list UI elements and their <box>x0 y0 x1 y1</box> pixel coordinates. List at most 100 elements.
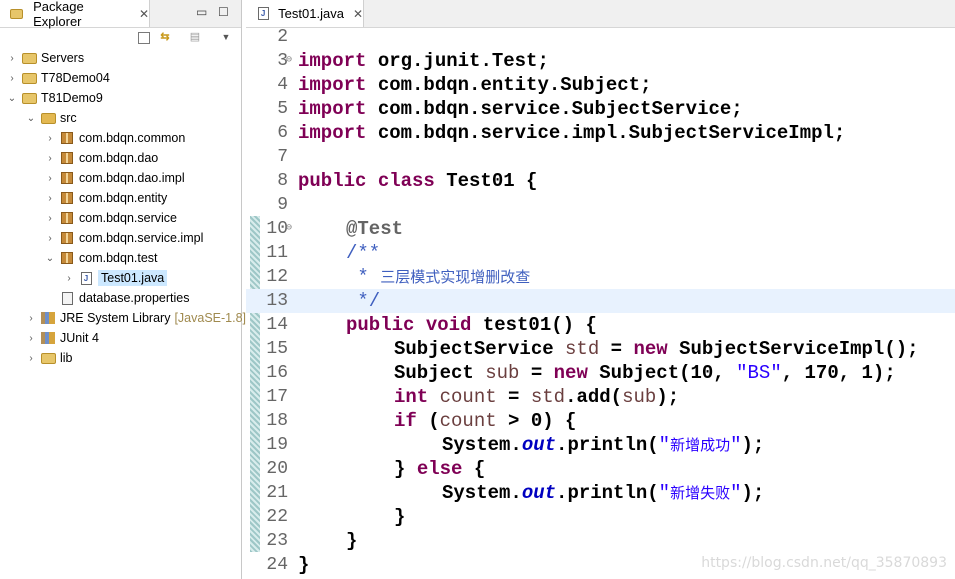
expand-arrow-icon[interactable]: › <box>44 173 56 184</box>
line-number: 23 <box>266 531 288 551</box>
collapse-all-icon[interactable] <box>138 32 150 44</box>
watermark: https://blog.csdn.net/qq_35870893 <box>701 555 947 571</box>
tree-item-t78demo04[interactable]: › T78Demo04 <box>6 68 110 88</box>
line-number: 2 <box>277 27 288 47</box>
line-number: 5 <box>277 99 288 119</box>
folder-icon <box>21 51 37 65</box>
code-line: 6 import com.bdqn.service.impl.SubjectSer… <box>246 121 955 145</box>
package-icon <box>59 251 75 265</box>
line-number: 9 <box>277 195 288 215</box>
tree-item-package[interactable]: › com.bdqn.entity <box>44 188 167 208</box>
code-line: 7 <box>246 145 955 169</box>
collapse-arrow-icon[interactable]: ⌄ <box>25 113 37 124</box>
line-number: 19 <box>266 435 288 455</box>
tree-item-test01-java[interactable]: › J Test01.java <box>63 268 168 288</box>
line-number: 10 <box>266 219 288 239</box>
tree-item-label: com.bdqn.service <box>79 211 177 225</box>
line-number: 6 <box>277 123 288 143</box>
tree-item-decoration: [JavaSE-1.8] <box>174 311 247 325</box>
package-icon <box>59 131 75 145</box>
maximize-icon[interactable]: ☐ <box>218 5 229 19</box>
tree-item-label: lib <box>60 351 73 365</box>
tree-item-package[interactable]: › com.bdqn.common <box>44 128 185 148</box>
expand-arrow-icon[interactable]: › <box>44 153 56 164</box>
tree-item-jre-library[interactable]: › JRE System Library [JavaSE-1.8] <box>25 308 246 328</box>
tree-item-package[interactable]: › com.bdqn.dao.impl <box>44 168 185 188</box>
expand-arrow-icon[interactable]: › <box>44 233 56 244</box>
package-explorer-tabbar: Package Explorer ✕ ▭ ☐ <box>0 0 241 29</box>
editor-tabbar: J Test01.java ✕ <box>246 0 955 28</box>
package-explorer-icon <box>9 7 24 21</box>
line-number: 14 <box>266 315 288 335</box>
view-menu-icon[interactable]: ▼ <box>219 30 233 44</box>
tree-item-package[interactable]: › com.bdqn.service.impl <box>44 228 203 248</box>
package-icon <box>59 191 75 205</box>
collapse-arrow-icon[interactable]: ⌄ <box>6 93 18 104</box>
tree-item-junit[interactable]: › JUnit 4 <box>25 328 99 348</box>
fold-toggle-icon[interactable]: ⊖ <box>286 49 292 73</box>
tree-item-label: src <box>60 111 77 125</box>
package-explorer-tab[interactable]: Package Explorer ✕ <box>0 0 150 29</box>
close-icon[interactable]: ✕ <box>353 7 363 21</box>
expand-arrow-icon[interactable]: › <box>63 273 75 284</box>
line-number: 24 <box>266 555 288 575</box>
tree-item-t81demo9[interactable]: ⌄ T81Demo9 <box>6 88 103 108</box>
expand-arrow-icon[interactable]: › <box>44 213 56 224</box>
tree-item-package[interactable]: › com.bdqn.service <box>44 208 177 228</box>
tree-item-label: com.bdqn.common <box>79 131 186 145</box>
java-file-icon: J <box>257 7 269 21</box>
code-line: 21 System.out.println("新增失败"); <box>246 481 955 505</box>
code-line: 11/** <box>246 241 955 265</box>
fold-toggle-icon[interactable]: ⊖ <box>286 217 292 241</box>
code-area[interactable]: 2 3 ⊖ import org.junit.Test; 4 import com.b… <box>246 27 955 579</box>
package-explorer-view: Package Explorer ✕ ▭ ☐ ⇆ ▤ ▼ › Servers ›… <box>0 0 246 579</box>
code-line: 14 public void test01() { <box>246 313 955 337</box>
line-number: 17 <box>266 387 288 407</box>
tree-item-label: Servers <box>41 51 85 65</box>
line-number: 22 <box>266 507 288 527</box>
line-number: 3 <box>277 51 288 71</box>
tree-item-label: JRE System Library <box>60 311 171 325</box>
tree-item-label: com.bdqn.test <box>79 251 158 265</box>
expand-arrow-icon[interactable]: › <box>6 53 18 64</box>
code-line-current: 13 */ <box>246 289 955 313</box>
expand-arrow-icon[interactable]: › <box>44 193 56 204</box>
code-line: 16 Subject sub = new Subject(10, "BS", 17… <box>246 361 955 385</box>
minimize-icon[interactable]: ▭ <box>196 5 207 19</box>
line-number: 13 <box>266 291 288 311</box>
project-icon <box>21 71 37 85</box>
code-line: 22} <box>246 505 955 529</box>
tree-item-label: com.bdqn.dao.impl <box>79 171 185 185</box>
library-icon <box>40 311 56 325</box>
link-with-editor-icon[interactable]: ⇆ <box>158 30 172 44</box>
line-number: 20 <box>266 459 288 479</box>
collapse-arrow-icon[interactable]: ⌄ <box>44 253 56 264</box>
close-icon[interactable]: ✕ <box>139 7 149 21</box>
expand-arrow-icon[interactable]: › <box>44 133 56 144</box>
code-line: 18 if (count > 0) { <box>246 409 955 433</box>
code-line: 3 ⊖ import org.junit.Test; <box>246 49 955 73</box>
library-icon <box>40 331 56 345</box>
focus-icon[interactable]: ▤ <box>188 30 202 44</box>
line-number: 4 <box>277 75 288 95</box>
code-line: 12 * 三层模式实现增删改查 <box>246 265 955 289</box>
tree-item-label: com.bdqn.entity <box>79 191 168 205</box>
editor-tab-test01[interactable]: J Test01.java ✕ <box>246 0 364 27</box>
tree-item-src[interactable]: ⌄ src <box>25 108 77 128</box>
code-line: 4 import com.bdqn.entity.Subject; <box>246 73 955 97</box>
tree-item-package[interactable]: ⌄ com.bdqn.test <box>44 248 158 268</box>
tree-item-lib[interactable]: › lib <box>25 348 73 368</box>
line-number: 15 <box>266 339 288 359</box>
expand-arrow-icon[interactable]: › <box>25 353 37 364</box>
tree-item-label: JUnit 4 <box>60 331 99 345</box>
code-line: 19 System.out.println("新增成功"); <box>246 433 955 457</box>
expand-arrow-icon[interactable]: › <box>6 73 18 84</box>
expand-arrow-icon[interactable]: › <box>25 313 37 324</box>
tree-item-package[interactable]: › com.bdqn.dao <box>44 148 158 168</box>
package-explorer-toolbar: ⇆ ▤ ▼ <box>0 28 241 48</box>
package-explorer-tab-label: Package Explorer <box>33 0 84 29</box>
tree-item-database-properties[interactable]: database.properties <box>44 288 190 308</box>
tree-item-servers[interactable]: › Servers <box>6 48 84 68</box>
expand-arrow-icon[interactable]: › <box>25 333 37 344</box>
tree-item-label: T78Demo04 <box>41 71 110 85</box>
